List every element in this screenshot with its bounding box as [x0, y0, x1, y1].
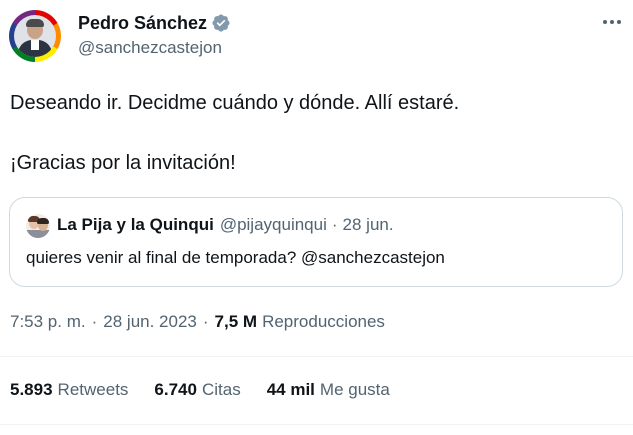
retweets-count: 5.893 [10, 380, 53, 399]
quote-author-handle[interactable]: @pijayquinqui [220, 215, 327, 235]
quote-text: quieres venir al final de temporada? @sa… [26, 248, 445, 267]
meta-separator: · [202, 312, 209, 331]
quotes-count: 6.740 [154, 380, 197, 399]
author-name-row: Pedro Sánchez [78, 12, 231, 34]
tweet-date[interactable]: 28 jun. 2023 [103, 312, 197, 332]
views-count: 7,5 M [214, 312, 258, 331]
engagement-stats: 5.893 Retweets 6.740 Citas 44 mil Me gus… [10, 380, 416, 400]
divider [0, 424, 633, 425]
author-display-name[interactable]: Pedro Sánchez [78, 13, 207, 34]
quote-author-avatar[interactable] [26, 214, 50, 238]
likes-count: 44 mil [266, 380, 315, 399]
author-avatar[interactable] [9, 10, 61, 62]
tweet: Pedro Sánchez @sanchezcastejon Deseando … [0, 0, 633, 435]
tweet-text-line: Deseando ir. Decidme cuándo y dónde. All… [10, 92, 460, 114]
quote-date[interactable]: 28 jun. [343, 215, 394, 235]
tweet-text-line: ¡Gracias por la invitación! [10, 152, 236, 174]
divider [0, 356, 633, 357]
author-handle[interactable]: @sanchezcastejon [78, 38, 222, 58]
likes-label: Me gusta [319, 380, 390, 399]
retweets-label: Retweets [57, 380, 129, 399]
views-label: Reproducciones [262, 312, 385, 331]
quote-avatar-hair [37, 218, 49, 224]
tweet-meta: 7:53 p. m. · 28 jun. 2023 · 7,5 M Reprod… [10, 312, 385, 332]
more-dot [610, 20, 614, 24]
verified-badge-icon[interactable] [211, 13, 231, 33]
retweets-stat[interactable]: 5.893 Retweets [10, 380, 128, 400]
avatar-hair [26, 19, 44, 27]
quote-header: La Pija y la Quinqui @pijayquinqui · 28 … [57, 215, 394, 235]
more-dot [617, 20, 621, 24]
more-dot [603, 20, 607, 24]
likes-stat[interactable]: 44 mil Me gusta [267, 380, 390, 400]
quotes-label: Citas [201, 380, 241, 399]
more-options-icon[interactable] [600, 12, 624, 32]
quoted-tweet-card[interactable]: La Pija y la Quinqui @pijayquinqui · 28 … [9, 197, 623, 287]
quote-avatar-body [26, 230, 50, 238]
quote-separator: · [331, 215, 338, 234]
avatar-collar [31, 40, 39, 50]
meta-separator: · [91, 312, 98, 331]
tweet-timestamp[interactable]: 7:53 p. m. [10, 312, 86, 332]
avatar-photo [14, 15, 56, 57]
quote-author-name[interactable]: La Pija y la Quinqui [57, 215, 214, 235]
quotes-stat[interactable]: 6.740 Citas [154, 380, 240, 400]
